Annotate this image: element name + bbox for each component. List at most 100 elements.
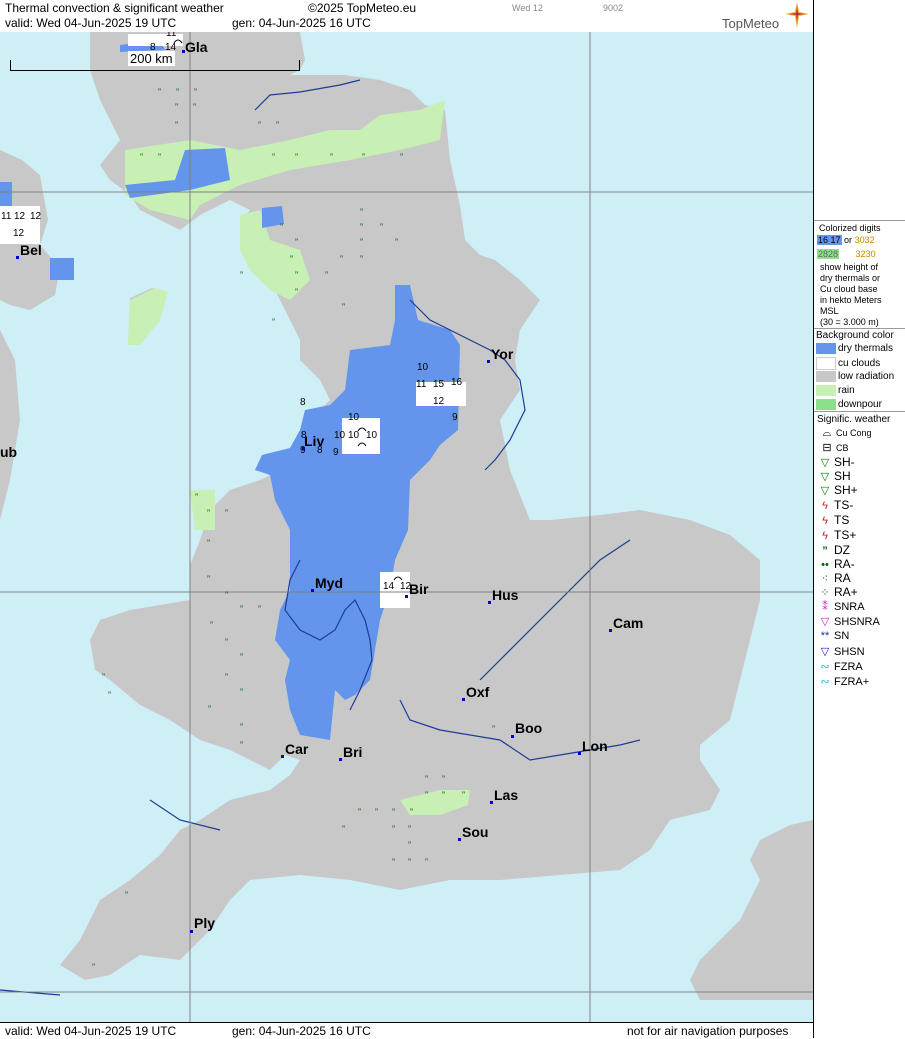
city-label-liv: Liv [304, 433, 324, 449]
svg-text:”: ” [425, 857, 428, 867]
legend-cucong: ⌓ Cu Cong [818, 427, 872, 440]
city-label-myd: Myd [315, 575, 343, 591]
legend-bg-rain: rain [816, 385, 855, 396]
legend-ra-plus: ⁘ RA+ [816, 585, 857, 599]
svg-text:”: ” [158, 87, 161, 97]
legend-panel: Colorized digits 16 17 or 3032 2828 3230… [813, 0, 905, 1038]
svg-text:”: ” [102, 672, 105, 682]
svg-text:”: ” [295, 270, 298, 280]
snow-rain-icon: ⁑ [822, 601, 828, 613]
legend-desc: Cu cloud base [820, 284, 878, 294]
rain-icon: ⁖ [821, 573, 829, 585]
svg-text:”: ” [276, 120, 279, 130]
svg-text:”: ” [425, 774, 428, 784]
digit: 12 [433, 396, 445, 407]
svg-text:”: ” [342, 824, 345, 834]
thunderstorm-icon: ϟ [822, 515, 828, 527]
svg-text:”: ” [225, 637, 228, 647]
valid-time: valid: Wed 04-Jun-2025 19 UTC [5, 16, 177, 30]
svg-text:”: ” [360, 207, 363, 217]
legend-bg-downpour: downpour [816, 399, 882, 410]
svg-text:”: ” [210, 620, 213, 630]
rain-heavy-icon: ⁘ [820, 587, 830, 599]
legend-colorized-title: Colorized digits [819, 223, 881, 233]
city-label-sou: Sou [462, 824, 488, 840]
thunderstorm-light-icon: ϟ [822, 500, 828, 512]
svg-text:”: ” [358, 807, 361, 817]
freezing-rain-heavy-icon: ∾ [820, 676, 830, 688]
legend-sh-minus: ▽ SH- [816, 455, 855, 469]
svg-text:”: ” [176, 87, 179, 97]
svg-text:”: ” [462, 790, 465, 800]
legend-digit-samples: 16 17 or 3032 [817, 235, 875, 245]
shower-light-icon: ▽ [820, 457, 830, 469]
city-label-las: Las [494, 787, 518, 803]
legend-sh: ▽ SH [816, 469, 851, 483]
svg-text:”: ” [392, 824, 395, 834]
cb-icon: ⊟ [822, 442, 832, 454]
digit: 10 [417, 362, 429, 373]
city-label-oxf: Oxf [466, 684, 490, 700]
svg-text:”: ” [140, 152, 143, 162]
digit: 9 [452, 412, 458, 423]
digit: 14 [383, 581, 395, 592]
legend-desc: dry thermals or [820, 273, 881, 283]
svg-text:”: ” [360, 254, 363, 264]
legend-ts-plus: ϟ TS+ [816, 528, 856, 542]
cu-cong-icon: ⌓ [822, 427, 832, 439]
svg-text:”: ” [240, 722, 243, 732]
svg-text:”: ” [392, 857, 395, 867]
svg-text:”: ” [225, 590, 228, 600]
footer-valid-time: valid: Wed 04-Jun-2025 19 UTC [5, 1024, 177, 1038]
svg-text:”: ” [330, 152, 333, 162]
city-label-bel: Bel [20, 242, 42, 258]
weather-map[interactable]: ” ” ” ” ” ” ” ” ” ” ” ” ” ” ” ” ” ” ” ” ” ” ” ” ” ” ” ” ” ” ”… [0, 32, 813, 1022]
legend-desc: MSL [820, 306, 839, 316]
legend-ra: ⁖ RA [816, 571, 851, 585]
snow-rain-shower-icon: ▽ [820, 616, 830, 628]
legend-shsnra: ▽ SHSNRA [816, 615, 880, 628]
svg-text:”: ” [207, 508, 210, 518]
svg-text:”: ” [175, 102, 178, 112]
city-label-ub: ub [0, 444, 17, 460]
svg-text:”: ” [225, 508, 228, 518]
svg-text:”: ” [360, 237, 363, 247]
svg-text:”: ” [295, 287, 298, 297]
digit: 15 [433, 379, 445, 390]
legend-bg-cu: cu clouds [816, 357, 880, 370]
legend-sample-blue: 16 17 [817, 235, 842, 245]
shower-heavy-icon: ▽ [820, 485, 830, 497]
svg-text:”: ” [400, 152, 403, 162]
legend-ra-minus: •• RA- [816, 557, 855, 571]
svg-text:”: ” [240, 740, 243, 750]
legend-sample-orange-2: 3230 [855, 249, 876, 259]
svg-text:”: ” [258, 120, 261, 130]
svg-text:”: ” [425, 790, 428, 800]
rain-light-icon: •• [821, 559, 829, 571]
svg-text:”: ” [395, 237, 398, 247]
legend-digit-samples-2: 2828 3230 [817, 249, 876, 259]
brand-name: TopMeteo [722, 16, 780, 31]
city-label-ply: Ply [194, 915, 215, 931]
thunderstorm-heavy-icon: ϟ [822, 530, 828, 542]
svg-text:”: ” [125, 890, 128, 900]
legend-sample-orange: 3032 [854, 235, 875, 245]
svg-text:”: ” [195, 492, 198, 502]
svg-text:”: ” [240, 270, 243, 280]
digit: 10 [348, 412, 360, 423]
legend-dz: ” DZ [816, 543, 850, 557]
digit: 12 [13, 228, 25, 239]
legend-sig-title: Signific. weather [817, 414, 891, 425]
freezing-rain-icon: ∾ [820, 661, 830, 673]
digit: 9 [333, 447, 339, 458]
svg-text:”: ” [375, 807, 378, 817]
map-header: Thermal convection & significant weather… [0, 0, 813, 33]
svg-text:”: ” [340, 254, 343, 264]
digit: 10 [348, 430, 360, 441]
footer-disclaimer: not for air navigation purposes [627, 1024, 789, 1038]
legend-or: or [844, 235, 853, 245]
legend-fzra-plus: ∾ FZRA+ [816, 675, 869, 688]
city-label-cam: Cam [613, 615, 643, 631]
digit: 12 [14, 211, 26, 222]
shower-icon: ▽ [820, 471, 830, 483]
